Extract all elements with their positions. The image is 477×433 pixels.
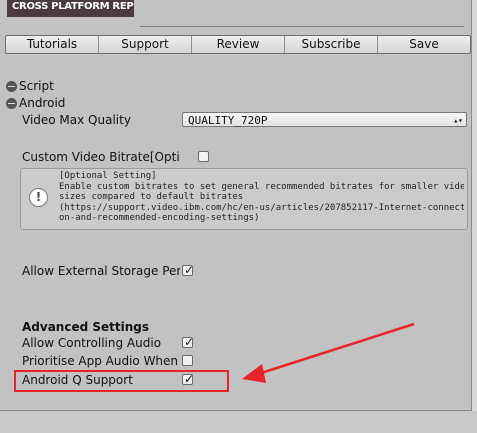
annotation-arrow-icon — [242, 322, 415, 383]
